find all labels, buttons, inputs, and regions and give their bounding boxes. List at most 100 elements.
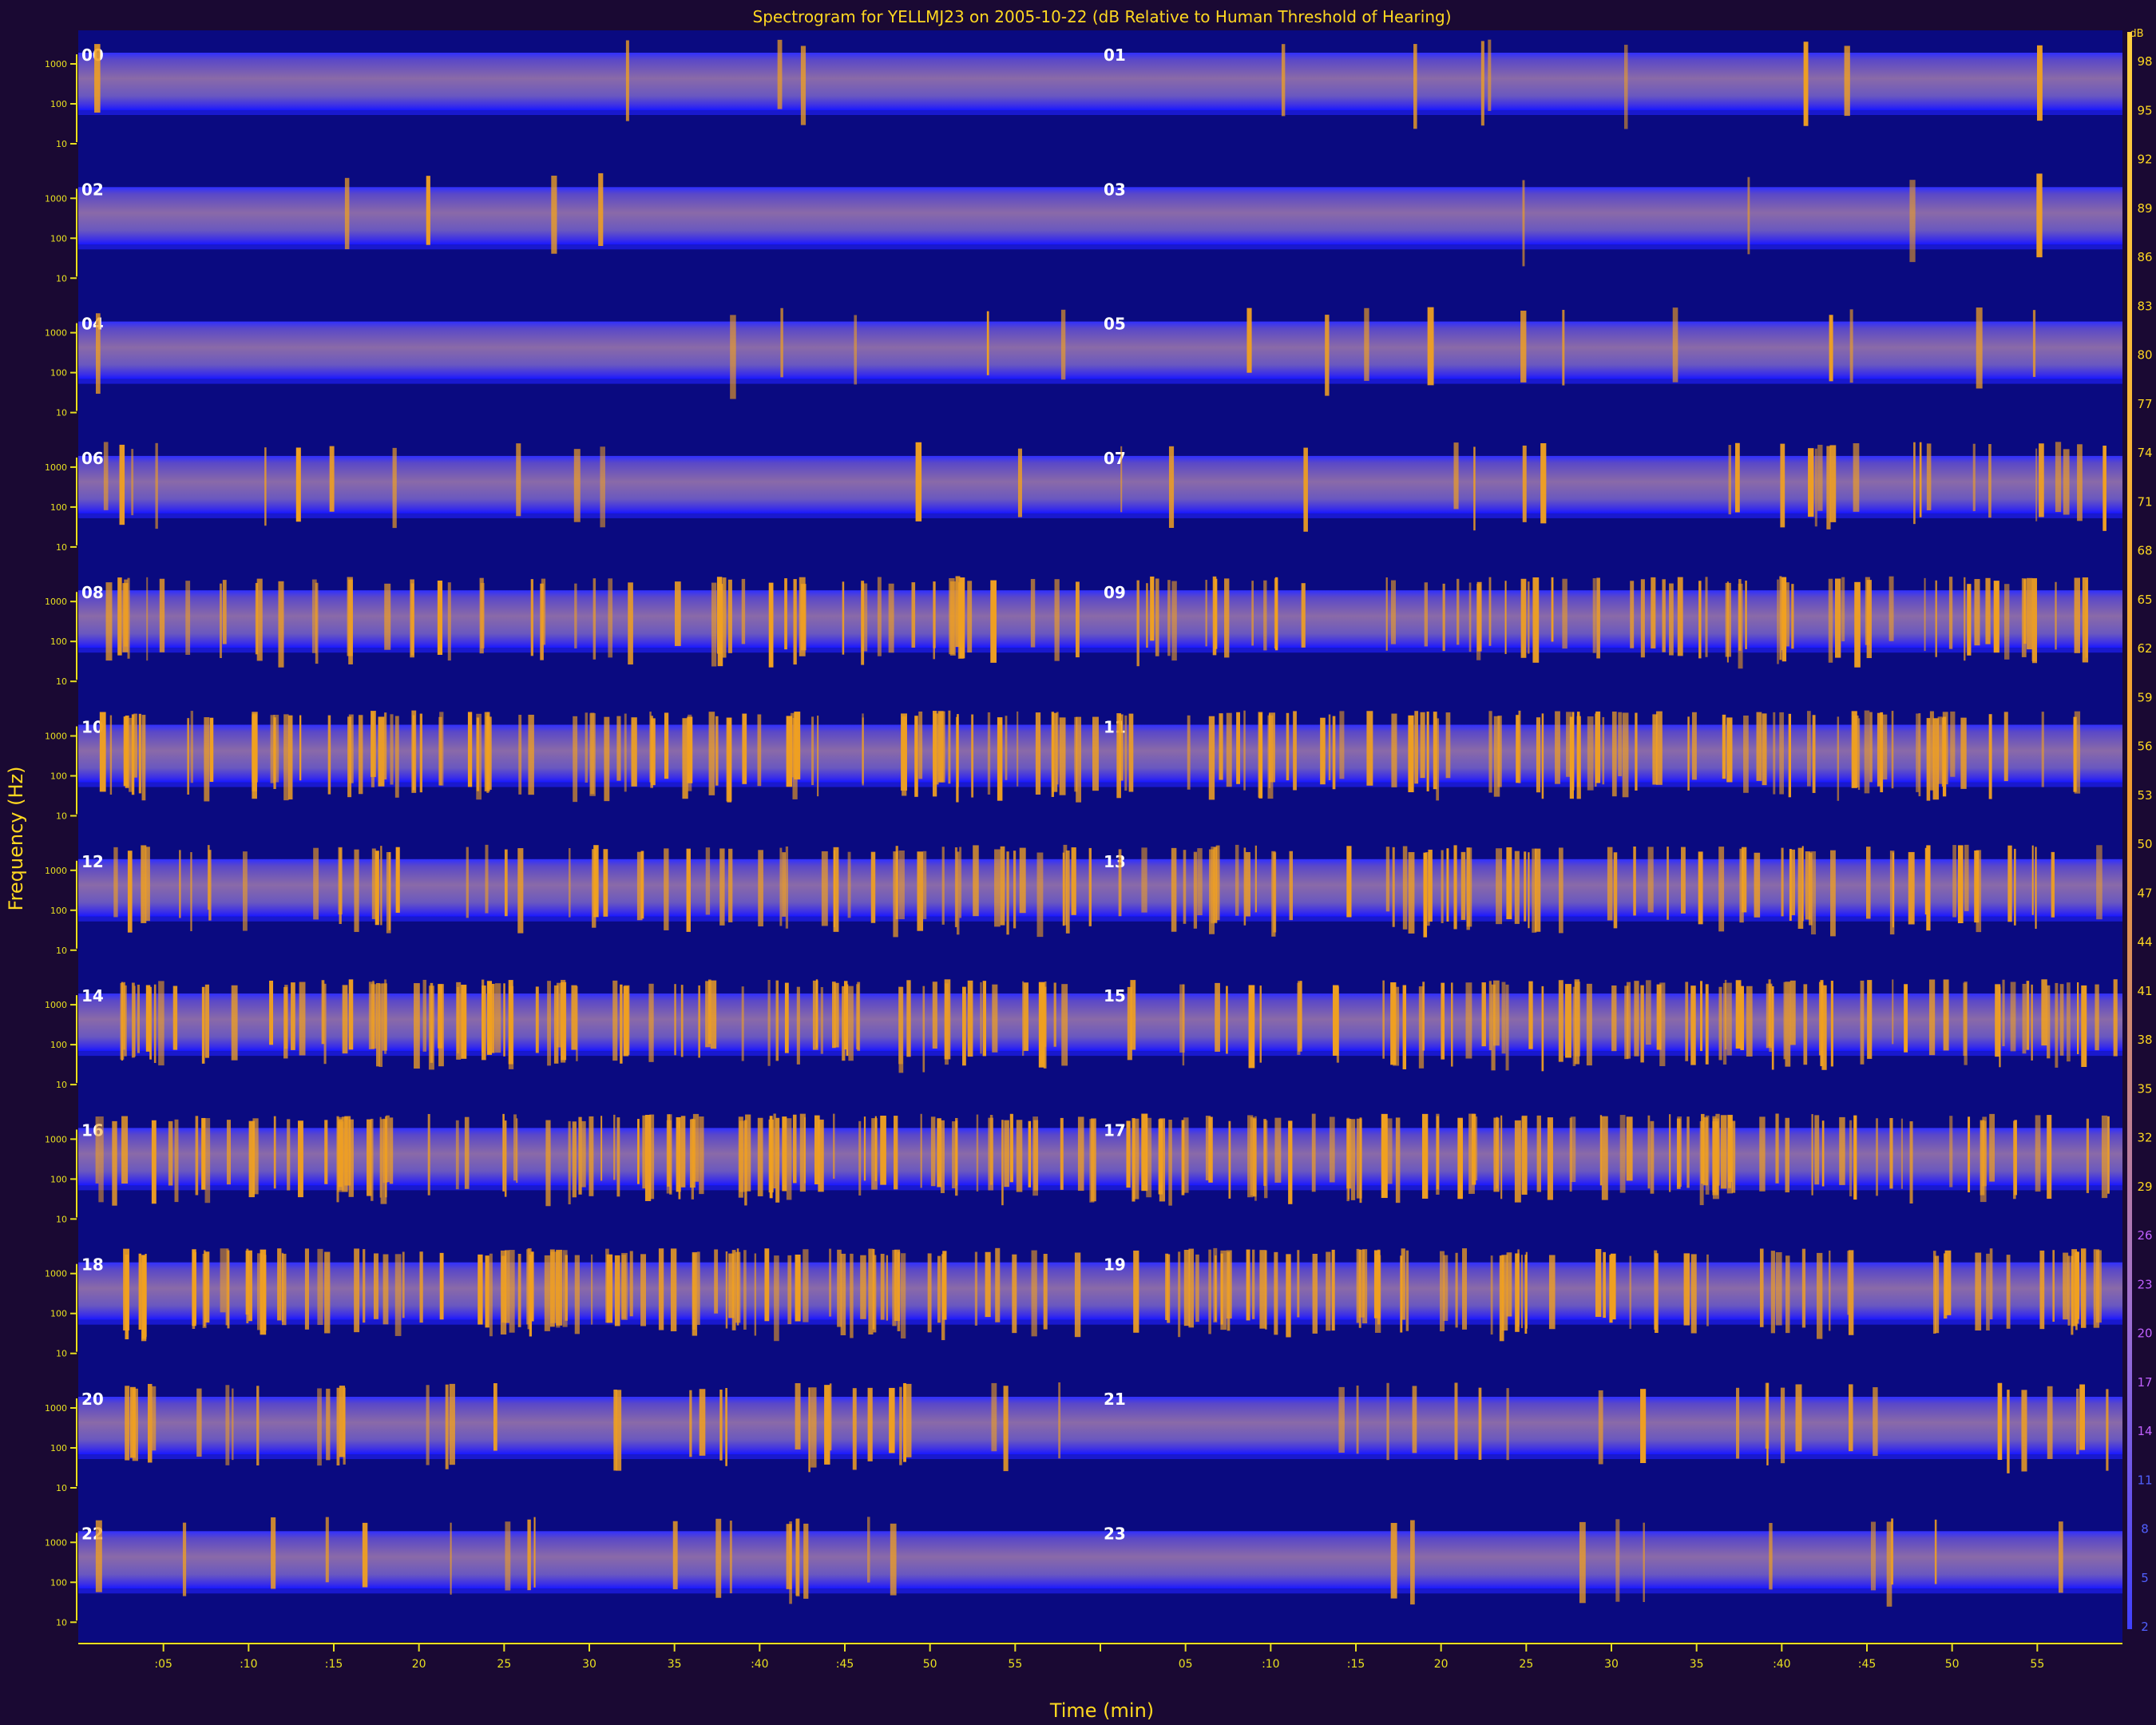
event-streak [2022,983,2027,1054]
colorbar-tick-label: 95 [2137,103,2152,117]
x-tick-label: :40 [1773,1658,1791,1671]
event-streak [1208,1249,1211,1334]
event-streak [1860,980,1865,1065]
event-streak [593,578,596,660]
event-streak [2032,310,2036,377]
event-streak [1967,584,1972,656]
event-streak [729,1521,732,1594]
event-streak [1630,581,1635,648]
event-streak [528,714,534,795]
event-streak [952,1121,956,1189]
event-streak [829,1248,832,1317]
event-streak [287,715,293,800]
event-streak [1414,711,1419,784]
event-streak [1780,1387,1785,1464]
y-tick-label: 1000 [45,59,67,69]
event-streak [1019,847,1026,914]
event-streak [1935,580,1937,657]
hour-label: 17 [1104,1120,1126,1140]
event-streak [592,849,596,928]
event-streak [948,710,951,784]
event-streak [1586,983,1592,1066]
event-streak [1762,713,1767,786]
event-streak [989,1115,993,1185]
event-streak [348,579,353,664]
event-streak [937,1118,941,1188]
event-streak [994,849,1001,927]
event-streak [1358,1249,1365,1318]
event-streak [1611,985,1617,1052]
event-streak [1791,584,1794,649]
event-streak [1219,713,1223,780]
event-streak [774,1255,779,1342]
event-streak [903,1382,906,1462]
event-streak [2051,851,2055,918]
event-streak [271,1517,276,1589]
event-streak [2079,1384,2085,1450]
event-streak [1702,1117,1708,1186]
event-streak [1451,982,1453,1067]
y-tick-label: 100 [50,771,67,782]
event-streak [1274,1117,1282,1183]
y-tick-label: 100 [50,502,67,513]
hour-label: 06 [81,449,104,468]
event-streak [121,1116,129,1184]
y-tick-label: 1000 [45,597,67,607]
event-streak [793,579,797,665]
event-streak [757,1117,763,1196]
event-streak [743,1250,747,1330]
event-streak [1686,1116,1690,1188]
event-streak [138,1253,142,1330]
event-streak [545,1120,551,1207]
y-tick-label: 1000 [45,1537,67,1548]
event-streak [848,985,854,1061]
event-streak [556,982,562,1048]
event-streak [1346,846,1352,918]
event-streak [1839,1116,1845,1185]
event-streak [505,1521,511,1591]
event-streak [1640,985,1644,1063]
colorbar-tick-label: 8 [2141,1522,2149,1537]
event-streak [354,849,359,932]
event-streak [402,1251,405,1319]
event-streak [502,1113,505,1192]
event-streak [1091,1118,1096,1202]
event-streak [277,1248,282,1321]
event-streak [967,980,973,1057]
colorbar-tick-label: 47 [2137,886,2152,900]
event-streak [914,716,918,797]
event-streak [478,1254,483,1325]
event-streak [1540,442,1547,524]
event-streak [485,844,489,914]
event-streak [551,175,557,254]
event-streak [1120,446,1123,513]
event-streak [2002,979,2005,1047]
event-streak [832,1113,835,1179]
event-streak [1488,711,1492,793]
event-streak [898,851,905,919]
event-streak [517,848,524,934]
event-streak [1770,1251,1775,1334]
event-streak [1016,1120,1023,1192]
event-streak [991,1382,997,1452]
spectrogram-band [78,1531,2122,1589]
colorbar-tick-label: 62 [2137,641,2152,656]
event-streak [777,39,783,109]
event-streak [535,986,539,1053]
event-streak [967,581,973,653]
event-streak [124,985,127,1057]
event-streak [375,851,379,926]
event-streak [1595,713,1597,787]
event-streak [1286,712,1290,781]
event-streak [1926,718,1931,801]
event-streak [1402,985,1407,1069]
event-streak [1579,1521,1586,1604]
event-streak [315,582,319,664]
event-streak [342,985,348,1054]
event-streak [1830,850,1836,937]
event-streak [1964,844,1969,911]
event-streak [880,1253,885,1320]
event-streak [141,1255,147,1339]
event-streak [1976,850,1982,933]
event-streak [852,1388,857,1470]
